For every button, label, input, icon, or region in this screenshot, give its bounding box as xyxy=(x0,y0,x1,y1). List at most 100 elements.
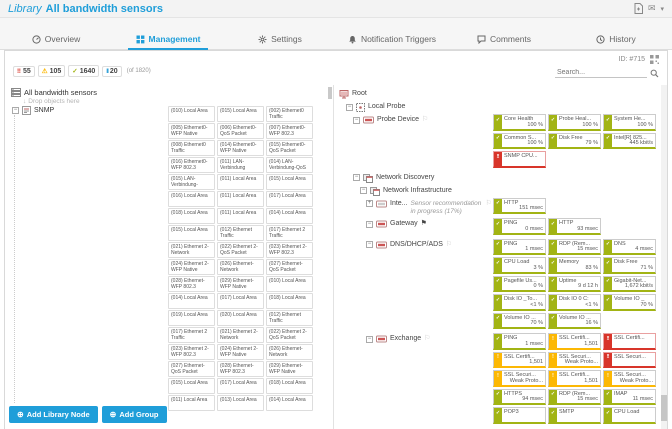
sensor-chip[interactable]: ✓ RDP (Rem... 15 msec xyxy=(548,388,601,405)
sensor-cell[interactable]: (015) LAN-Verbindung- xyxy=(168,174,215,190)
sensor-cell[interactable]: (005) Ethernet0-WFP Native xyxy=(168,123,215,139)
right-scrollbar-track[interactable] xyxy=(661,85,667,429)
sensor-cell[interactable]: (012) Ethernet Traffic xyxy=(217,225,264,241)
sensor-chip[interactable]: ✓ POP3 xyxy=(493,407,546,424)
sensor-chip[interactable]: ✓ Disk IO 0 C: <1 % xyxy=(548,294,601,311)
sensor-chip[interactable]: ✓ HTTP 93 msec xyxy=(548,218,601,235)
sensor-chip[interactable]: ✓ HTTPS 94 msec xyxy=(493,388,546,405)
sensor-cell[interactable]: (018) Local Area xyxy=(168,208,215,224)
sensor-cell[interactable]: (024) Ethernet 2-WFP Native xyxy=(168,259,215,275)
sensor-chip[interactable]: ✓ Common S... 100 % xyxy=(493,132,546,149)
sensor-chip[interactable]: ✓ Intel[R] 825... 445 kbit/s xyxy=(603,132,656,149)
collapse-toggle-icon[interactable]: − xyxy=(346,103,353,111)
sensor-cell[interactable]: (026) Ethernet-Network xyxy=(217,259,264,275)
sensor-chip[interactable]: ! SSL Securi... Weak Proto... xyxy=(493,370,546,387)
paused-count-badge[interactable]: II 20 xyxy=(102,65,122,77)
device-label[interactable]: Probe Device xyxy=(377,116,419,123)
collapse-toggle-icon[interactable]: − xyxy=(366,335,373,343)
left-scrollbar-thumb[interactable] xyxy=(328,87,332,99)
flag-icon[interactable]: ⚐ xyxy=(446,241,452,248)
collapse-toggle-icon[interactable]: − xyxy=(353,116,360,124)
sensor-chip[interactable]: ✓ Disk Free 79 % xyxy=(548,132,601,149)
sensor-cell[interactable]: (016) Local Area xyxy=(168,191,215,207)
flag-icon[interactable]: ⚐ xyxy=(424,335,430,342)
root-label[interactable]: Root xyxy=(352,90,367,97)
sensor-cell[interactable]: (028) Ethernet-WFP 802.3 xyxy=(217,361,264,377)
library-root-node[interactable]: All bandwidth sensors xyxy=(11,88,333,97)
sensor-cell[interactable]: (024) Ethernet 2-WFP Native xyxy=(217,344,264,360)
sensor-cell[interactable]: (017) Ethernet 2 Traffic xyxy=(266,225,313,241)
tab-overview[interactable]: Overview xyxy=(0,29,112,49)
sensor-cell[interactable]: (029) Ethernet-WFP Native xyxy=(217,276,264,292)
right-scrollbar-thumb[interactable] xyxy=(661,395,667,421)
sensor-chip[interactable]: ✓ Volume IO ... 16 % xyxy=(548,312,601,329)
sensor-chip[interactable]: ✓ PING 1 msec xyxy=(493,238,546,255)
sensor-cell[interactable]: (014) Local Area xyxy=(266,395,313,411)
sensor-cell[interactable]: (008) Ethernet0 Traffic xyxy=(168,140,215,156)
sensor-cell[interactable]: (027) Ethernet-QoS Packet xyxy=(266,259,313,275)
sensor-cell[interactable]: (014) Local Area xyxy=(266,208,313,224)
add-group-button[interactable]: ⊕ Add Group xyxy=(101,406,167,423)
sensor-cell[interactable]: (010) Local Area xyxy=(266,276,313,292)
sensor-chip[interactable]: ✓ Disk IO _To... <1 % xyxy=(493,294,546,311)
sensor-cell[interactable]: (014) Ethernet0-WFP Native xyxy=(217,140,264,156)
sensor-cell[interactable]: (020) Local Area xyxy=(217,310,264,326)
sensor-chip[interactable]: ! SSL Certifi... 1,501 xyxy=(493,351,546,368)
expand-toggle-icon[interactable]: + xyxy=(366,200,373,207)
sensor-chip[interactable]: ✓ Pagefile Us... 0 % xyxy=(493,275,546,292)
sensor-cell[interactable]: (015) Ethernet0-QoS Packet xyxy=(266,140,313,156)
sensor-chip[interactable]: ✓ Disk Free 71 % xyxy=(603,257,656,274)
sensor-cell[interactable]: (021) Ethernet 2-Network xyxy=(168,242,215,258)
qr-code-icon[interactable] xyxy=(650,55,659,64)
tab-history[interactable]: History xyxy=(560,29,672,49)
sensor-chip[interactable]: ! SSL Certifi... 1,501 xyxy=(548,333,601,350)
sensor-cell[interactable]: (018) Local Area xyxy=(266,293,313,309)
sensor-cell[interactable]: (011) LAN-Verbindung xyxy=(217,157,264,173)
sensor-chip[interactable]: ✓ Gigabit-Net... 1,672 kbit/s xyxy=(603,275,656,292)
flag-icon[interactable]: ⚑ xyxy=(421,220,427,227)
sensor-cell[interactable]: (015) Local Area xyxy=(266,174,313,190)
sensor-cell[interactable]: (007) Ethernet0-WFP 802.3 xyxy=(266,123,313,139)
sensor-cell[interactable]: (023) Ethernet 2-WFP 802.3 xyxy=(168,344,215,360)
report-icon[interactable] xyxy=(634,3,643,14)
sensor-chip[interactable]: ✓ Memory 83 % xyxy=(548,257,601,274)
tab-notification-triggers[interactable]: Notification Triggers xyxy=(336,29,448,49)
sensor-cell[interactable]: (014) Local Area xyxy=(168,293,215,309)
sensor-chip[interactable]: ! SSL Securi... Weak Proto... xyxy=(548,351,601,368)
sensor-cell[interactable]: (015) Local Area xyxy=(168,378,215,394)
sensor-cell[interactable]: (010) Local Area xyxy=(168,106,215,122)
menu-caret-icon[interactable]: ▾ xyxy=(660,5,664,13)
sensor-cell[interactable]: (022) Ethernet 2-QoS Packet xyxy=(266,327,313,343)
device-label[interactable]: DNS/DHCP/ADS xyxy=(390,241,443,248)
sensor-chip[interactable]: ✓ CPU Load 3 % xyxy=(493,257,546,274)
sensor-chip[interactable]: ✓ PING 0 msec xyxy=(493,218,546,235)
flag-icon[interactable]: ⚐ xyxy=(486,200,492,207)
probe-label[interactable]: Local Probe xyxy=(368,103,405,110)
sensor-chip[interactable]: ✓ Uptime 9 d 12 h xyxy=(548,275,601,292)
collapse-toggle-icon[interactable]: − xyxy=(366,220,373,228)
sensor-chip[interactable]: ! SSL Certifi... 1,501 xyxy=(548,370,601,387)
sensor-chip[interactable]: ✓ Volume IO _ 70 % xyxy=(603,294,656,311)
sensor-cell[interactable]: (011) Local Area xyxy=(217,174,264,190)
sensor-chip[interactable]: ✓ DNS 4 msec xyxy=(603,238,656,255)
collapse-toggle-icon[interactable]: − xyxy=(366,241,373,248)
warning-count-badge[interactable]: ⚠ 105 xyxy=(37,65,66,77)
sensor-cell[interactable]: (012) Ethernet Traffic xyxy=(266,310,313,326)
device-label[interactable]: Inte... xyxy=(390,200,408,207)
flag-icon[interactable]: ⚐ xyxy=(422,116,428,123)
email-icon[interactable]: ✉ xyxy=(648,4,656,13)
sensor-cell[interactable]: (013) Local Area xyxy=(217,395,264,411)
sensor-cell[interactable]: (002) Ethernet0 Traffic xyxy=(266,106,313,122)
collapse-toggle-icon[interactable]: − xyxy=(360,187,367,194)
sensor-chip[interactable]: ✓ PING 1 msec xyxy=(493,333,546,350)
collapse-toggle-icon[interactable]: − xyxy=(12,107,19,115)
sensor-cell[interactable]: (017) Local Area xyxy=(266,191,313,207)
sensor-cell[interactable]: (017) Local Area xyxy=(217,378,264,394)
group-label[interactable]: Network Discovery xyxy=(376,174,434,181)
sensor-chip[interactable]: ✓ SMTP xyxy=(548,407,601,424)
add-library-node-button[interactable]: ⊕ Add Library Node xyxy=(9,406,98,423)
sensor-cell[interactable]: (015) Local Area xyxy=(217,106,264,122)
sensor-cell[interactable]: (023) Ethernet 2-WFP 802.3 xyxy=(266,242,313,258)
tab-management[interactable]: Management xyxy=(112,29,224,50)
sensor-chip[interactable]: ✓ System He... 100 % xyxy=(603,114,656,131)
